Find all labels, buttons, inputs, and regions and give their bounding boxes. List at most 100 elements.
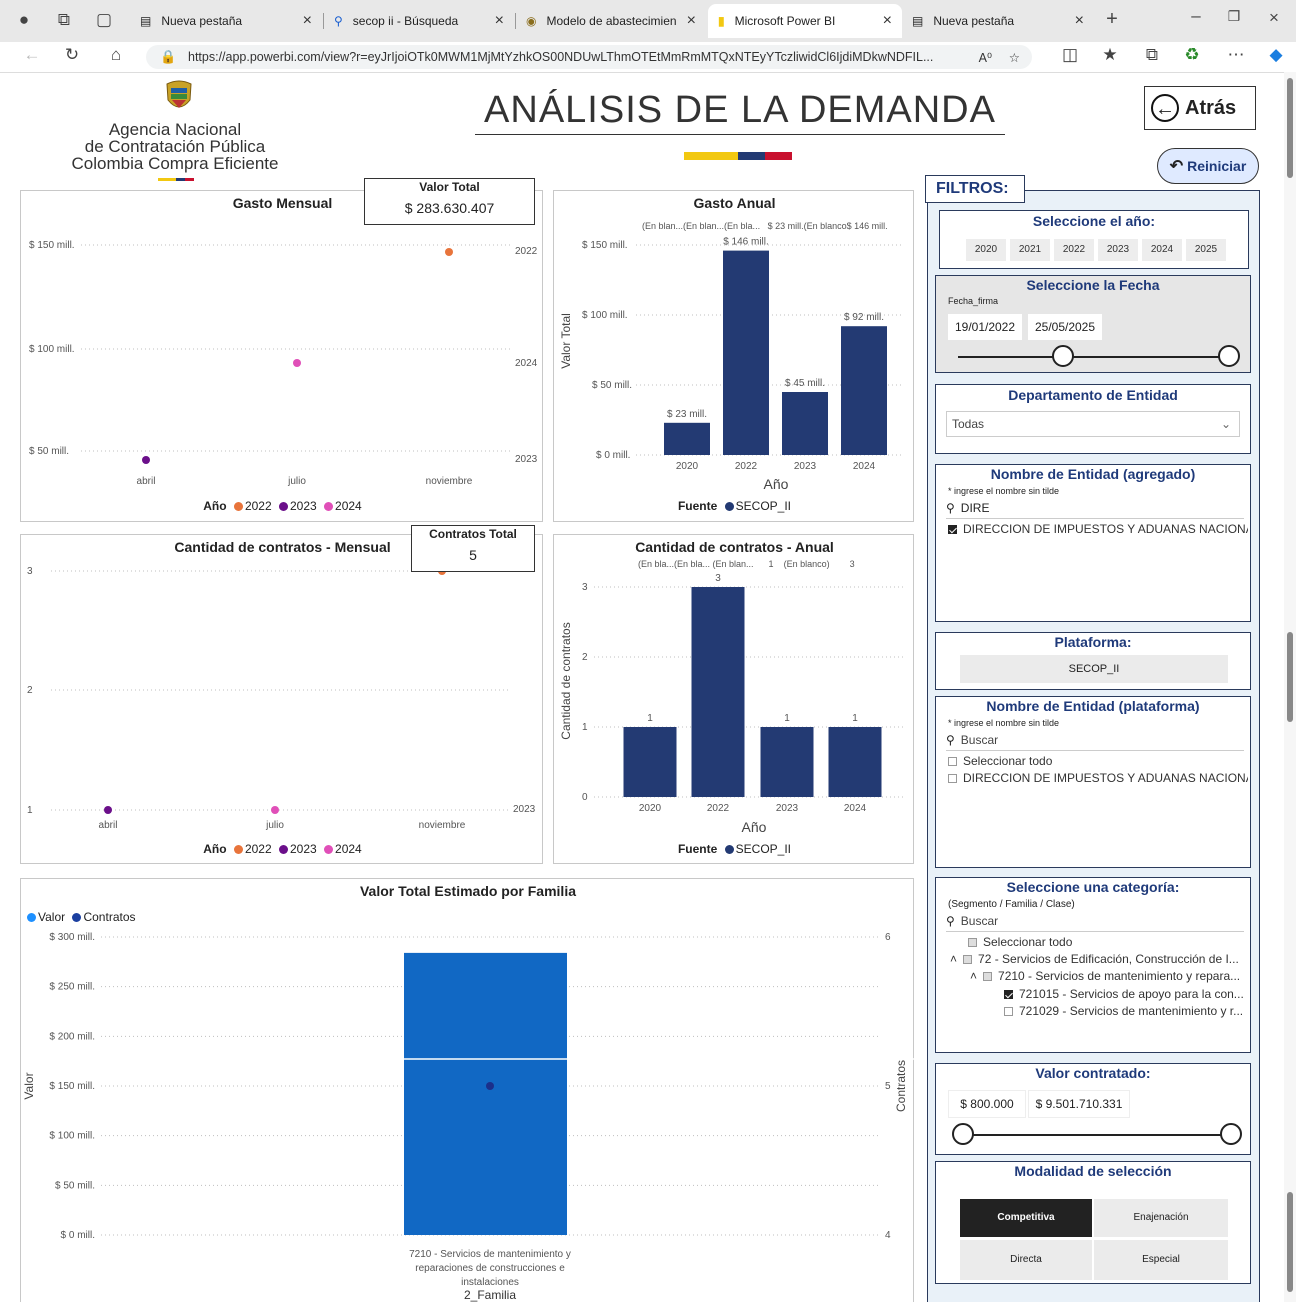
date-slider-track[interactable] [958,356,1236,358]
tab-power-bi[interactable]: ▮ Microsoft Power BI × [708,4,902,38]
date-slider-start-handle[interactable] [1052,345,1074,367]
valor-min-input[interactable]: $ 800.000 [948,1090,1026,1118]
data-point-2022-noviembre[interactable] [445,248,453,256]
new-tab-icon[interactable]: + [1100,8,1124,31]
close-icon[interactable]: × [1075,12,1084,30]
modalidad-option-especial[interactable]: Especial [1094,1240,1228,1280]
entidad-option[interactable]: DIRECCION DE IMPUESTOS Y ADUANAS NACIONA… [948,522,1248,536]
tree-item-clase[interactable]: 721015 - Servicios de apoyo para la con.… [1004,987,1246,1001]
valor-slider-track[interactable] [958,1134,1236,1136]
entidad-search-input[interactable]: ⚲ DIRE [946,501,1244,519]
bar-valor[interactable] [404,952,567,1235]
x-tick: julio [287,476,306,487]
workspaces-icon[interactable]: ⧉ [52,10,76,30]
data-point-2023-abril[interactable] [142,456,150,464]
tree-item-segmento[interactable]: ˄ 72 - Servicios de Edificación, Construc… [950,952,1246,966]
bar-2020[interactable] [623,727,677,797]
bar-2023[interactable] [782,392,828,455]
chart-valor-familia[interactable]: Valor Total Estimado por Familia Valor C… [20,878,915,1302]
modalidad-option-competitiva[interactable]: Competitiva [960,1199,1092,1237]
year-option-2024[interactable]: 2024 [1142,239,1182,261]
url-field[interactable]: 🔒 https://app.powerbi.com/view?r=eyJrIjo… [146,45,1032,69]
modalidad-option-directa[interactable]: Directa [960,1240,1092,1280]
year-option-2023[interactable]: 2023 [1098,239,1138,261]
valor-slider-max-handle[interactable] [1220,1123,1242,1145]
data-point-2023-abril[interactable] [104,806,112,814]
close-icon[interactable]: × [303,12,312,30]
tab-nueva-pestana-1[interactable]: ▤ Nueva pestaña × [130,4,322,38]
valor-slider-min-handle[interactable] [952,1123,974,1145]
bar-2024[interactable] [828,727,882,797]
tab-secop-busqueda[interactable]: ⚲ secop ii - Búsqueda × [324,4,514,38]
profile-icon[interactable]: ● [12,10,36,30]
flag-stripe [158,178,194,181]
bar-2020[interactable] [664,422,710,455]
checkbox[interactable] [968,938,977,947]
chart-contratos-anual[interactable]: Cantidad de contratos - Anual (En bla...… [553,534,914,864]
checkbox[interactable] [963,955,973,964]
more-icon[interactable]: ⋯ [1224,45,1248,65]
chevron-up-icon[interactable]: ˄ [950,952,957,966]
departamento-dropdown[interactable]: Todas ⌄ [946,411,1240,437]
scrollbar-thumb[interactable] [1287,78,1293,178]
tree-item-clase[interactable]: 721029 - Servicios de mantenimiento y r.… [1004,1004,1246,1018]
x-tick: julio [265,820,284,831]
checkbox[interactable] [948,774,957,783]
extensions-icon[interactable]: ♻ [1180,45,1204,65]
favorites-icon[interactable]: ★ [1098,45,1122,65]
close-icon[interactable]: × [883,12,892,30]
modalidad-option-enajenacion[interactable]: Enajenación [1094,1199,1228,1237]
copilot-icon[interactable]: ◆ [1264,45,1288,65]
year-option-2022[interactable]: 2022 [1054,239,1094,261]
select-all-option[interactable]: Seleccionar todo [968,935,1072,949]
valor-max-input[interactable]: $ 9.501.710.331 [1028,1090,1130,1118]
collections-icon[interactable]: ⧉ [1140,45,1164,65]
select-all-option[interactable]: Seleccionar todo [948,754,1052,768]
checkbox[interactable] [948,525,957,534]
minimize-icon[interactable]: – [1184,6,1208,26]
chevron-up-icon[interactable]: ˄ [970,969,977,983]
bar-2024[interactable] [841,326,887,455]
window-close-icon[interactable]: × [1262,8,1286,28]
bar-2022[interactable] [723,250,769,455]
back-arrow-icon[interactable]: ← [20,45,44,65]
data-point-2024-julio[interactable] [293,359,301,367]
checkbox[interactable] [983,972,993,981]
date-from-input[interactable]: 19/01/2022 [948,314,1022,340]
close-icon[interactable]: × [495,12,504,30]
checkbox[interactable] [948,757,957,766]
date-to-input[interactable]: 25/05/2025 [1028,314,1102,340]
refresh-icon[interactable]: ↻ [60,45,84,65]
close-icon[interactable]: × [687,12,696,30]
home-icon[interactable]: ⌂ [104,45,128,65]
entidad-plataforma-search-input[interactable]: ⚲ Buscar [946,733,1244,751]
scrollbar[interactable] [1284,72,1296,1302]
tree-item-familia[interactable]: ˄ 7210 - Servicios de mantenimiento y rep… [970,969,1246,983]
reset-button[interactable]: ↶ Reiniciar [1157,148,1259,184]
split-screen-icon[interactable]: ◫ [1058,45,1082,65]
chart-gasto-mensual[interactable]: Gasto Mensual $ 150 mill. $ 100 mill. $ … [20,190,543,522]
bar-2022[interactable] [691,587,745,797]
checkbox[interactable] [1004,1007,1013,1016]
restore-icon[interactable]: ❐ [1222,8,1246,25]
entidad-option[interactable]: DIRECCION DE IMPUESTOS Y ADUANAS NACIONA… [948,771,1248,785]
tab-modelo-abastecimiento[interactable]: ◉ Modelo de abastecimiento × [516,4,706,38]
year-option-2020[interactable]: 2020 [966,239,1006,261]
date-slider-end-handle[interactable] [1218,345,1240,367]
tab-nueva-pestana-2[interactable]: ▤ Nueva pestaña × [902,4,1094,38]
tab-actions-icon[interactable]: ▢ [92,10,116,30]
categoria-search-input[interactable]: ⚲ Buscar [946,914,1244,932]
year-option-2025[interactable]: 2025 [1186,239,1226,261]
chart-contratos-mensual[interactable]: Cantidad de contratos - Mensual 3 2 1 20… [20,534,543,864]
point-contratos[interactable] [486,1082,494,1090]
year-option-2021[interactable]: 2021 [1010,239,1050,261]
back-button[interactable]: ← Atrás [1144,86,1256,130]
favorite-star-icon[interactable]: ☆ [1009,50,1020,65]
plataforma-option[interactable]: SECOP_II [960,655,1228,683]
data-point-2024-julio[interactable] [271,806,279,814]
read-aloud-icon[interactable]: A⁰ [979,50,992,65]
checkbox[interactable] [1004,990,1013,999]
chart-gasto-anual[interactable]: Gasto Anual (En blan...(En blan...(En bl… [553,190,914,522]
bar-2023[interactable] [760,727,814,797]
chart-legend: Fuente SECOP_II [677,842,792,856]
